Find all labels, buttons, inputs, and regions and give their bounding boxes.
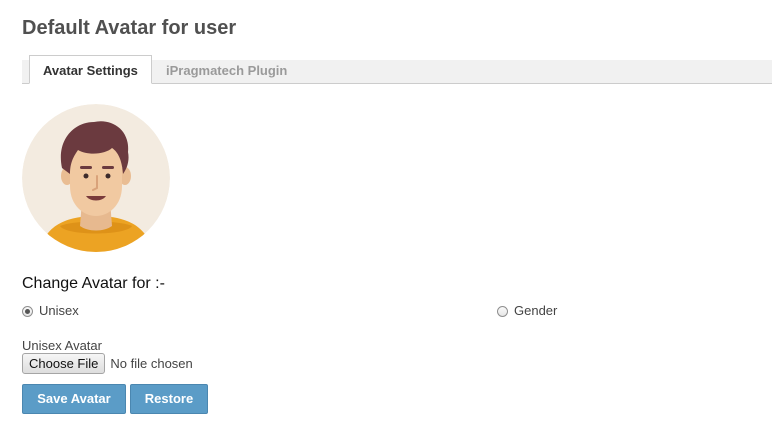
change-avatar-heading: Change Avatar for :- [22, 275, 165, 292]
page-title: Default Avatar for user [22, 17, 237, 39]
radio-unisex[interactable] [22, 305, 33, 317]
page: Default Avatar for user Avatar Settings … [0, 0, 772, 430]
unisex-avatar-label: Unisex Avatar [22, 338, 102, 353]
restore-button[interactable]: Restore [130, 384, 208, 414]
radio-unisex-option[interactable]: Unisex [22, 302, 79, 320]
file-input[interactable]: Choose File No file chosen [22, 353, 193, 374]
tab-ipragmatech-plugin[interactable]: iPragmatech Plugin [166, 60, 287, 83]
radio-gender[interactable] [497, 305, 508, 317]
tab-avatar-settings[interactable]: Avatar Settings [29, 55, 152, 84]
tab-bar: Avatar Settings iPragmatech Plugin [22, 55, 772, 84]
radio-gender-label: Gender [514, 303, 558, 318]
file-status-text: No file chosen [110, 356, 193, 371]
choose-file-button[interactable]: Choose File [22, 353, 106, 374]
radio-gender-option[interactable]: Gender [497, 302, 557, 320]
save-avatar-button[interactable]: Save Avatar [22, 384, 126, 414]
radio-unisex-label: Unisex [39, 303, 79, 318]
male-avatar-icon [22, 104, 170, 252]
